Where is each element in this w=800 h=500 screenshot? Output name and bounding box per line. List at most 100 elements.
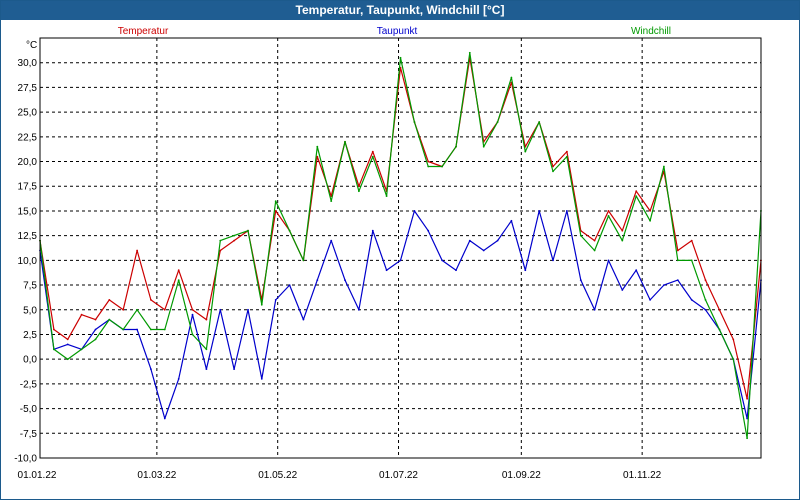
data-point — [704, 279, 707, 281]
data-point — [385, 269, 388, 272]
y-axis-unit: °C — [26, 40, 37, 51]
data-point — [510, 76, 513, 79]
data-point — [163, 308, 166, 311]
data-point — [552, 170, 554, 173]
y-tick-label: 22,5 — [18, 132, 38, 143]
data-point — [330, 239, 333, 242]
y-tick-label: 2,5 — [23, 330, 37, 341]
data-point — [718, 308, 721, 311]
data-point — [385, 195, 388, 198]
data-point — [260, 378, 263, 380]
series-lines — [39, 51, 762, 440]
data-point — [455, 269, 457, 272]
data-point — [704, 308, 707, 311]
data-point — [219, 239, 222, 242]
data-point — [621, 289, 624, 291]
series-line — [39, 210, 762, 420]
data-point — [649, 299, 651, 301]
data-point — [690, 299, 693, 301]
data-point — [621, 229, 624, 232]
data-point — [122, 308, 125, 311]
data-point — [358, 190, 360, 193]
data-point — [344, 279, 346, 281]
y-tick-label: 7,5 — [23, 281, 37, 292]
data-point — [399, 259, 402, 262]
data-point — [344, 140, 346, 143]
x-tick-label: 01.07.22 — [379, 470, 418, 481]
data-point — [649, 219, 651, 222]
data-point — [191, 333, 194, 336]
data-point — [247, 308, 249, 311]
data-point — [732, 358, 735, 361]
y-tick-label: 5,0 — [23, 305, 37, 316]
x-tick-label: 01.09.22 — [502, 470, 541, 481]
data-point — [288, 229, 291, 232]
data-point — [579, 279, 582, 281]
data-point — [649, 210, 651, 212]
data-point — [455, 145, 457, 148]
data-point — [191, 308, 194, 311]
data-point — [607, 259, 610, 262]
data-point — [108, 299, 111, 301]
data-point — [468, 239, 471, 242]
data-point — [676, 279, 679, 281]
data-point — [66, 338, 69, 341]
data-point — [94, 338, 97, 341]
data-point — [552, 259, 554, 262]
plot-frame — [39, 37, 762, 459]
x-tick-label: 01.11.22 — [623, 470, 662, 481]
y-tick-label: -2,5 — [20, 379, 38, 390]
data-point — [635, 190, 638, 193]
x-tick-label: 01.01.22 — [18, 470, 57, 481]
y-tick-label: 12,5 — [18, 231, 38, 242]
data-point — [635, 269, 638, 272]
series-line — [39, 52, 762, 439]
data-point — [690, 239, 693, 242]
data-point — [676, 259, 679, 262]
y-tick-label: 30,0 — [18, 58, 38, 69]
data-point — [177, 269, 180, 272]
data-point — [441, 259, 443, 262]
data-point — [316, 279, 319, 281]
data-point — [704, 299, 707, 301]
data-point — [427, 165, 430, 168]
data-point — [413, 121, 416, 123]
x-tick-label: 01.03.22 — [137, 470, 176, 481]
data-point — [233, 239, 236, 242]
data-point — [94, 318, 97, 321]
y-tick-label: -5,0 — [20, 404, 38, 415]
data-point — [441, 165, 443, 168]
data-point — [427, 229, 430, 232]
y-tick-label: 17,5 — [18, 182, 38, 193]
data-point — [302, 318, 305, 321]
data-point — [80, 348, 83, 351]
data-point — [524, 269, 527, 272]
legend-entry: Taupunkt — [377, 26, 418, 37]
data-point — [524, 150, 527, 153]
data-point — [66, 343, 69, 346]
data-point — [496, 121, 499, 123]
data-point — [205, 368, 208, 370]
data-point — [136, 249, 139, 252]
data-point — [468, 51, 471, 54]
data-point — [635, 195, 638, 198]
legend-entry: Windchill — [631, 26, 671, 37]
data-point — [136, 308, 139, 311]
data-point — [746, 397, 748, 400]
chart-area: °C 30,0 27,5 25,0 22,5 20,0 17,5 15,0 12,5 10,0 7… — [14, 26, 762, 481]
data-point — [274, 299, 277, 301]
data-point — [358, 308, 360, 311]
y-tick-label: 10,0 — [18, 256, 38, 267]
data-point — [191, 313, 194, 316]
data-point — [746, 437, 748, 440]
data-point — [593, 239, 596, 242]
data-point — [496, 239, 499, 242]
data-point — [566, 150, 568, 153]
data-point — [593, 249, 596, 252]
grid — [40, 38, 761, 459]
series-line — [39, 57, 762, 400]
data-point — [163, 328, 166, 331]
x-tick-label: 01.05.22 — [258, 470, 297, 481]
data-point — [80, 313, 83, 316]
data-point — [233, 234, 236, 237]
